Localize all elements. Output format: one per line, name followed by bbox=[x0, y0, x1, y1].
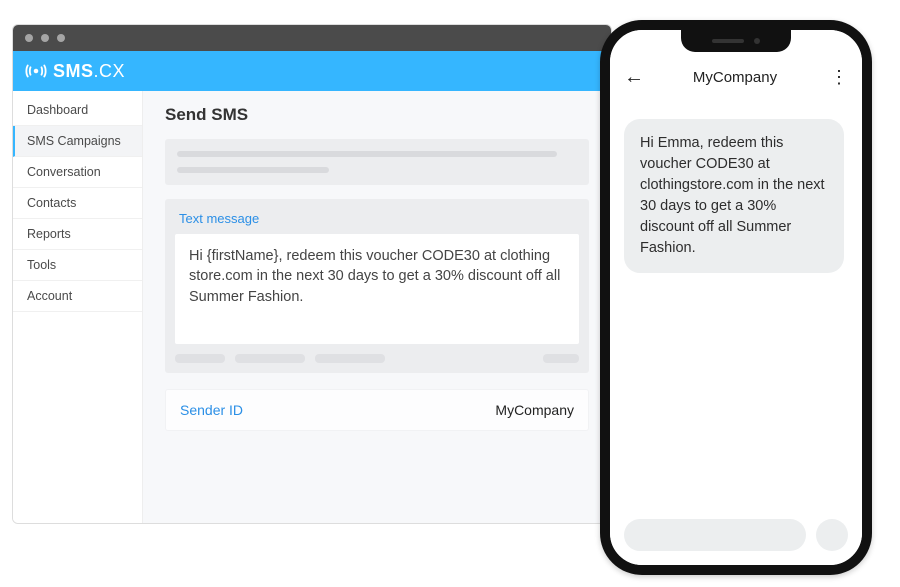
app-topbar: SMS.CX bbox=[13, 51, 611, 91]
sidebar-item-conversation[interactable]: Conversation bbox=[13, 157, 142, 188]
text-message-label: Text message bbox=[175, 209, 579, 234]
placeholder-line bbox=[177, 167, 329, 173]
phone-reply-input[interactable] bbox=[624, 519, 806, 551]
brand-logo[interactable]: SMS.CX bbox=[25, 60, 125, 82]
more-vertical-icon[interactable]: ⋮ bbox=[830, 67, 848, 88]
placeholder-line bbox=[177, 151, 557, 157]
text-message-footer bbox=[175, 354, 579, 363]
traffic-dot-minimize-icon[interactable] bbox=[41, 34, 49, 42]
brand-text: SMS.CX bbox=[53, 61, 125, 82]
sidebar-item-account[interactable]: Account bbox=[13, 281, 142, 312]
text-message-input[interactable]: Hi {firstName}, redeem this voucher CODE… bbox=[175, 234, 579, 344]
placeholder-chip bbox=[235, 354, 305, 363]
window-titlebar bbox=[13, 25, 611, 51]
phone-header: ← MyCompany ⋮ bbox=[610, 60, 862, 99]
sidebar-item-tools[interactable]: Tools bbox=[13, 250, 142, 281]
app-window: SMS.CX Dashboard SMS Campaigns Conversat… bbox=[12, 24, 612, 524]
placeholder-chip bbox=[315, 354, 385, 363]
phone-sender-title: MyCompany bbox=[654, 69, 820, 86]
sender-id-row[interactable]: Sender ID MyCompany bbox=[165, 389, 589, 431]
signal-icon bbox=[25, 60, 47, 82]
traffic-dot-maximize-icon[interactable] bbox=[57, 34, 65, 42]
phone-send-button[interactable] bbox=[816, 519, 848, 551]
main-panel: Send SMS Text message Hi {firstName}, re… bbox=[143, 91, 611, 523]
phone-preview: ← MyCompany ⋮ Hi Emma, redeem this vouch… bbox=[600, 20, 872, 575]
traffic-dot-close-icon[interactable] bbox=[25, 34, 33, 42]
sms-bubble: Hi Emma, redeem this voucher CODE30 at c… bbox=[624, 119, 844, 273]
sidebar-item-dashboard[interactable]: Dashboard bbox=[13, 95, 142, 126]
placeholder-chip bbox=[175, 354, 225, 363]
sender-id-value: MyCompany bbox=[495, 402, 574, 418]
placeholder-chip bbox=[543, 354, 579, 363]
sidebar-item-sms-campaigns[interactable]: SMS Campaigns bbox=[13, 126, 142, 157]
page-title: Send SMS bbox=[165, 105, 589, 125]
sidebar-item-contacts[interactable]: Contacts bbox=[13, 188, 142, 219]
sender-id-label: Sender ID bbox=[180, 402, 243, 418]
sidebar: Dashboard SMS Campaigns Conversation Con… bbox=[13, 91, 143, 523]
back-arrow-icon[interactable]: ← bbox=[624, 66, 644, 89]
app-body: Dashboard SMS Campaigns Conversation Con… bbox=[13, 91, 611, 523]
placeholder-card bbox=[165, 139, 589, 185]
text-message-card: Text message Hi {firstName}, redeem this… bbox=[165, 199, 589, 373]
phone-compose-row bbox=[624, 519, 848, 551]
sidebar-item-reports[interactable]: Reports bbox=[13, 219, 142, 250]
phone-notch bbox=[681, 30, 791, 52]
